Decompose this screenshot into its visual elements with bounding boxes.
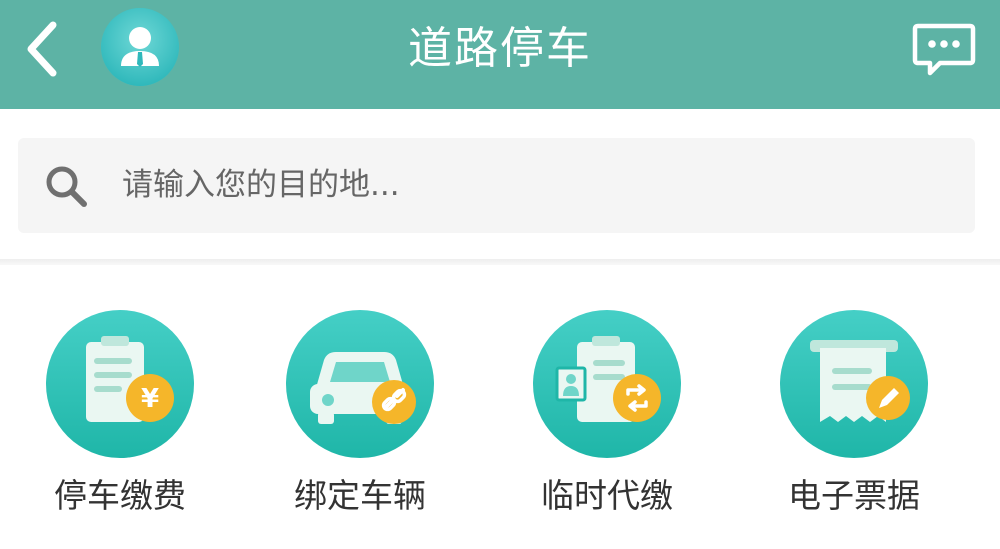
search-input[interactable]: 请输入您的目的地... [18,138,975,233]
electronic-receipt-icon [780,310,928,458]
service-grid: ¥ 停车缴费 绑定车辆 临时代缴 电子票据 [0,265,1000,549]
message-bubble-icon [912,23,976,76]
temporary-payment-icon [533,310,681,458]
back-button[interactable] [18,18,68,80]
service-label: 绑定车辆 [294,476,426,515]
search-placeholder: 请输入您的目的地... [122,167,400,203]
search-icon [46,166,87,207]
user-avatar-icon [101,8,179,86]
chevron-left-icon [27,21,57,77]
service-electronic-receipt[interactable]: 电子票据 [734,265,974,549]
page-title: 道路停车 [408,23,592,74]
service-parking-payment[interactable]: ¥ 停车缴费 [0,265,240,549]
service-temporary-payment[interactable]: 临时代缴 [487,265,727,549]
service-label: 临时代缴 [541,476,673,515]
avatar[interactable] [101,8,179,86]
bind-vehicle-icon [286,310,434,458]
service-label: 电子票据 [788,476,920,515]
service-label: 停车缴费 [54,476,186,515]
message-button[interactable] [912,22,976,78]
search-area: 请输入您的目的地... [0,109,1000,259]
parking-payment-icon: ¥ [46,310,194,458]
svg-text:¥: ¥ [141,384,159,414]
header-bar: 道路停车 [0,0,1000,109]
service-bind-vehicle[interactable]: 绑定车辆 [240,265,480,549]
